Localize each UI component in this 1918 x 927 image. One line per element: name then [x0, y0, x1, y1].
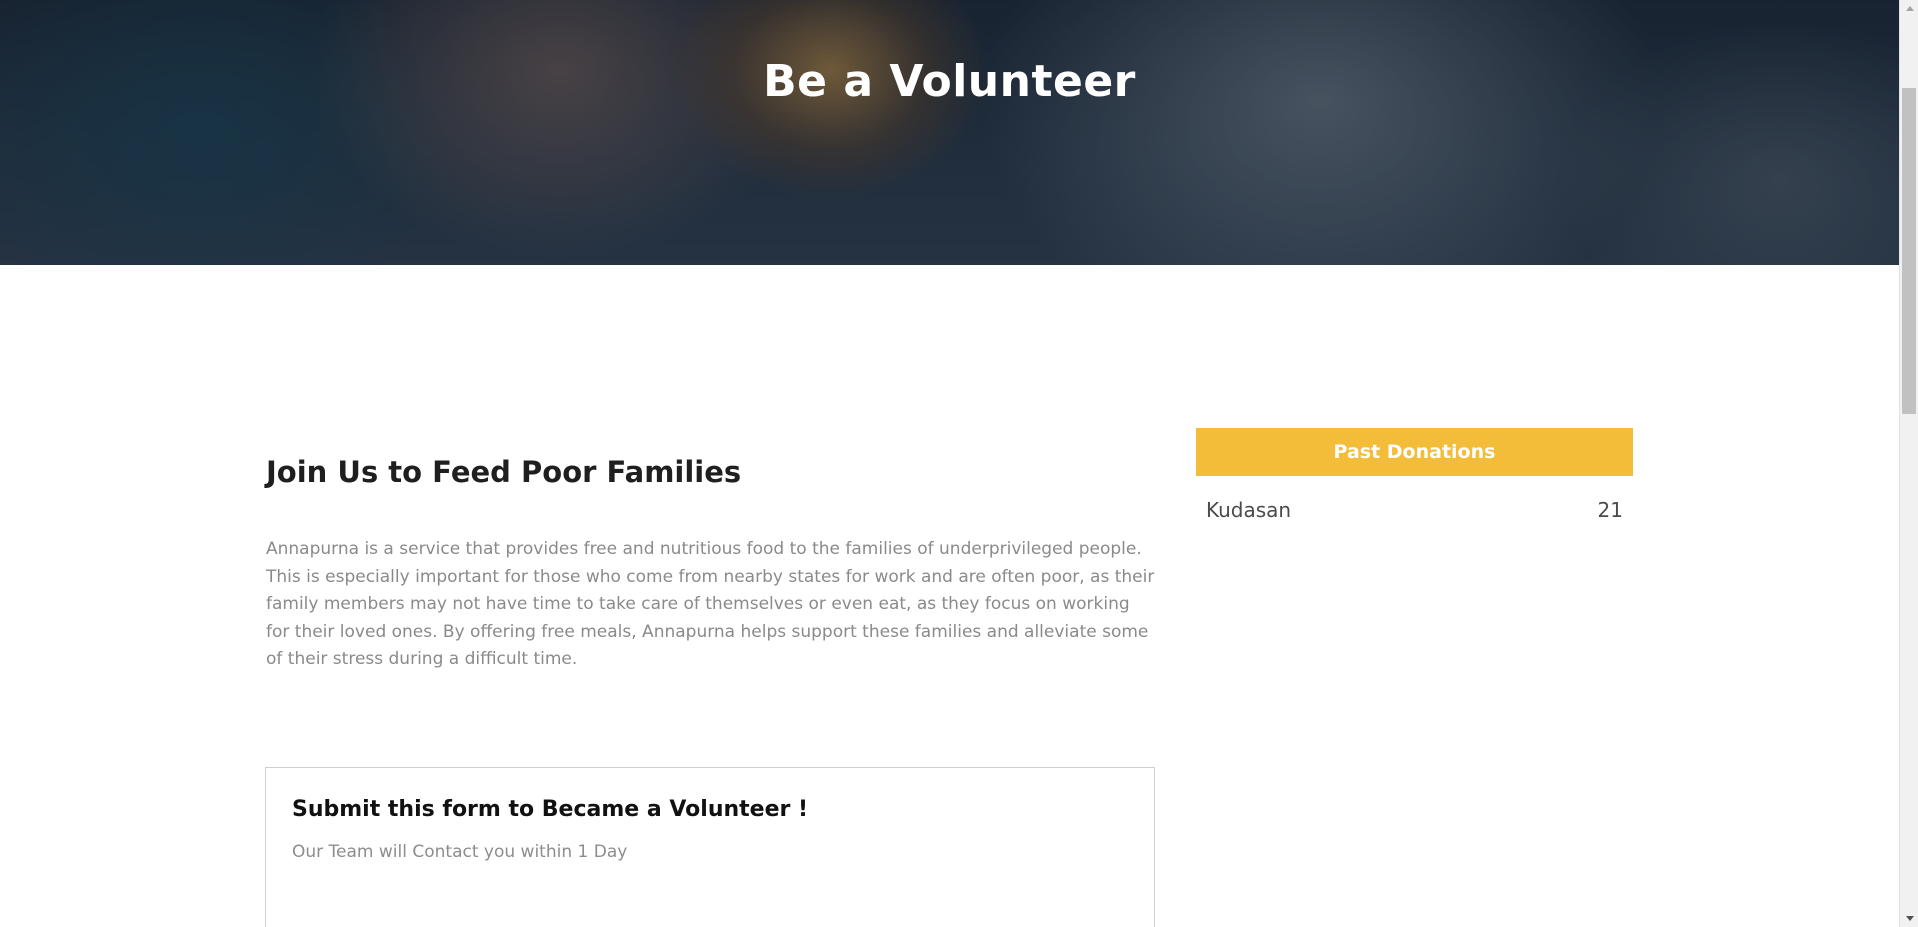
- intro-paragraph: Annapurna is a service that provides fre…: [266, 539, 1155, 669]
- section-heading: Join Us to Feed Poor Families: [266, 455, 742, 489]
- page: Be a Volunteer Join Us to Feed Poor Fami…: [0, 0, 1899, 927]
- volunteer-form-card: Submit this form to Became a Volunteer !…: [265, 767, 1155, 927]
- triangle-down-icon: [1905, 916, 1914, 921]
- triangle-up-icon: [1905, 6, 1914, 11]
- past-donations-panel: Past Donations Kudasan 21: [1196, 428, 1633, 522]
- past-donations-header: Past Donations: [1196, 428, 1633, 476]
- scroll-up-button[interactable]: [1900, 0, 1918, 17]
- donation-place: Kudasan: [1206, 498, 1292, 522]
- scroll-down-button[interactable]: [1900, 910, 1918, 927]
- page-title: Be a Volunteer: [763, 56, 1136, 107]
- vertical-scrollbar[interactable]: [1899, 0, 1918, 927]
- form-title: Submit this form to Became a Volunteer !: [292, 797, 809, 822]
- main-column: Join Us to Feed Poor Families: [266, 455, 1156, 489]
- form-subtitle: Our Team will Contact you within 1 Day: [292, 842, 628, 862]
- scrollbar-thumb[interactable]: [1902, 88, 1916, 414]
- hero-banner: Be a Volunteer: [0, 0, 1899, 265]
- donation-row: Kudasan 21: [1196, 498, 1633, 522]
- donation-count: 21: [1597, 498, 1623, 522]
